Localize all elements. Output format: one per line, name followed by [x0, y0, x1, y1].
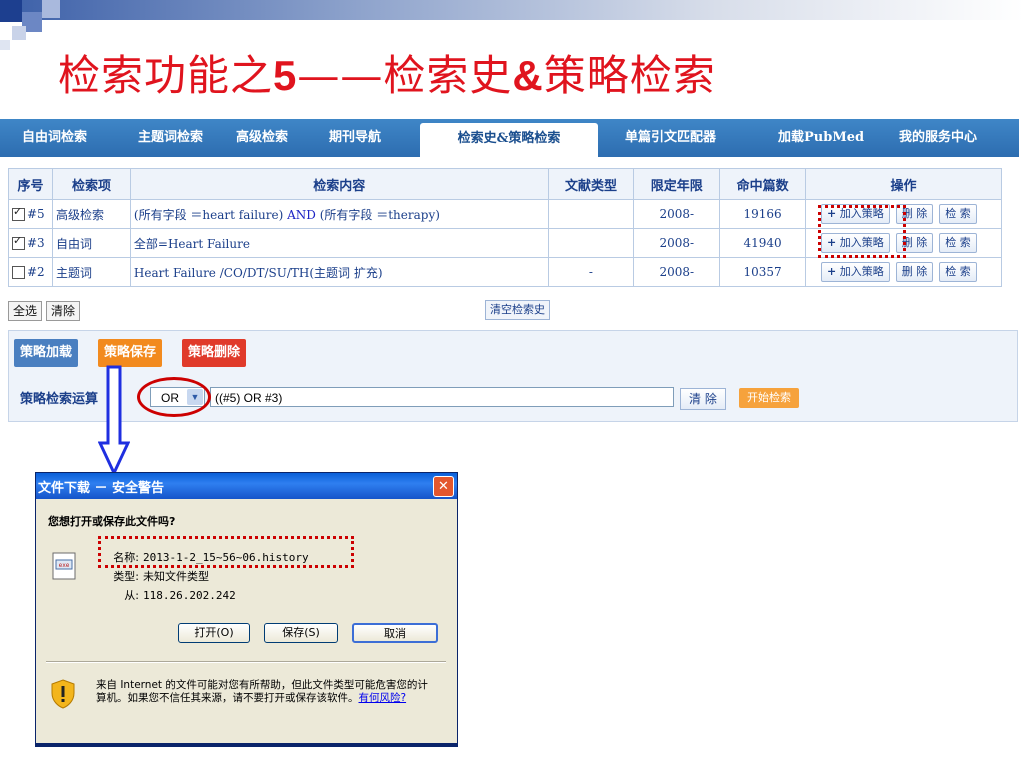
selection-controls: 全选 清除 [8, 300, 84, 321]
row-ops: + 加入策略删 除检 索 [805, 257, 1002, 287]
select-all-button[interactable]: 全选 [8, 301, 43, 321]
strategy-operation-label: 策略检索运算 [20, 392, 99, 407]
clear-history-button[interactable]: 清空检索史 [485, 300, 550, 320]
open-button[interactable]: 打开(O) [178, 623, 250, 643]
column-header: 检索项 [51, 168, 131, 200]
decoration-square [0, 0, 22, 22]
tab-advanced[interactable]: 高级检索 [236, 119, 288, 157]
down-arrow-annotation [98, 365, 130, 477]
row-id-cell: #2 [8, 257, 53, 287]
highlight-box [818, 205, 906, 258]
clear-selection-button[interactable]: 清除 [46, 301, 81, 321]
tab-load-pubmed[interactable]: 加载PubMed [778, 119, 864, 157]
dialog-question: 您想打开或保存此文件吗? [48, 515, 176, 528]
header-decoration-bar [0, 0, 1024, 20]
dialog-separator [46, 661, 446, 663]
row-hits: 10357 [719, 257, 807, 287]
svg-text:exe: exe [59, 562, 70, 569]
row-id-cell: #3 [8, 228, 53, 258]
row-id: #2 [27, 265, 45, 279]
row-content: (所有字段 ＝heart failure) AND (所有字段 ＝therapy… [129, 199, 549, 229]
highlight-box [98, 536, 354, 568]
save-button[interactable]: 保存(S) [264, 623, 338, 643]
row-year: 2008- [633, 199, 721, 229]
security-warning-text: 来自 Internet 的文件可能对您有所帮助，但此文件类型可能危害您的计算机。… [96, 679, 428, 704]
dialog-titlebar: 文件下载 － 安全警告 ✕ [36, 473, 457, 499]
file-type-line: 类型: 未知文件类型 [113, 570, 209, 583]
row-item: 自由词 [51, 228, 131, 258]
delete-button[interactable]: 删 除 [895, 262, 934, 282]
tab-subject-word[interactable]: 主题词检索 [138, 119, 203, 157]
column-header: 文献类型 [547, 168, 635, 200]
strategy-save-button[interactable]: 策略保存 [98, 339, 163, 367]
row-year: 2008- [633, 257, 721, 287]
decoration-square [0, 40, 10, 50]
decoration-square [42, 0, 60, 18]
column-header: 序号 [8, 168, 53, 200]
file-source-line: 从: 118.26.202.242 [124, 589, 236, 602]
row-id: #5 [27, 207, 45, 221]
row-checkbox[interactable] [12, 266, 25, 279]
start-search-button[interactable]: 开始检索 [739, 388, 799, 408]
tab-free-word[interactable]: 自由词检索 [22, 119, 87, 157]
row-checkbox[interactable] [12, 234, 25, 250]
slide-title: 检索功能之5——检索史&策略检索 [58, 51, 716, 100]
row-content: 全部=Heart Failure [129, 228, 549, 258]
strategy-expression-input[interactable]: ((#5) OR #3) [210, 387, 674, 407]
row-id: #3 [27, 236, 45, 250]
search-button[interactable]: 检 索 [939, 204, 977, 224]
row-item: 主题词 [51, 257, 131, 287]
tab-citation-matcher[interactable]: 单篇引文匹配器 [625, 119, 716, 157]
risk-link[interactable]: 有何风险? [359, 692, 407, 704]
search-tab-bar: 自由词检索 主题词检索 高级检索 期刊导航 检索史&策略检索 单篇引文匹配器 加… [0, 119, 1019, 157]
row-year: 2008- [633, 228, 721, 258]
table-header-row: 序号 检索项 检索内容 文献类型 限定年限 命中篇数 操作 [8, 168, 1002, 200]
row-doc-type [547, 199, 635, 229]
column-header: 检索内容 [129, 168, 549, 200]
file-icon: exe [52, 552, 76, 580]
tab-service-center[interactable]: 我的服务中心 [899, 119, 977, 157]
row-doc-type [547, 228, 635, 258]
dialog-title: 文件下载 － 安全警告 [38, 481, 165, 496]
file-download-dialog: 文件下载 － 安全警告 ✕ 您想打开或保存此文件吗? exe 名称: 2013-1… [35, 472, 458, 747]
shield-warning-icon [51, 679, 75, 709]
tab-history-strategy[interactable]: 检索史&策略检索 [420, 123, 598, 157]
dialog-bottom-border [35, 744, 458, 747]
row-checkbox[interactable] [12, 205, 25, 221]
close-icon[interactable]: ✕ [433, 476, 454, 497]
row-id-cell: #5 [8, 199, 53, 229]
search-button[interactable]: 检 索 [939, 262, 977, 282]
column-header: 限定年限 [633, 168, 721, 200]
cancel-button[interactable]: 取消 [352, 623, 438, 643]
search-button[interactable]: 检 索 [939, 233, 977, 253]
row-hits: 19166 [719, 199, 807, 229]
strategy-delete-button[interactable]: 策略删除 [182, 339, 247, 367]
strategy-load-button[interactable]: 策略加载 [14, 339, 79, 367]
clear-expression-button[interactable]: 清 除 [680, 388, 726, 410]
row-hits: 41940 [719, 228, 807, 258]
row-content: Heart Failure /CO/DT/SU/TH(主题词 扩充) [129, 257, 549, 287]
column-header: 操作 [805, 168, 1002, 200]
column-header: 命中篇数 [719, 168, 807, 200]
row-item: 高级检索 [51, 199, 131, 229]
add-to-strategy-button[interactable]: + 加入策略 [821, 262, 890, 282]
table-row: #2 主题词 Heart Failure /CO/DT/SU/TH(主题词 扩充… [8, 257, 1002, 287]
highlight-ellipse [137, 377, 211, 417]
decoration-square [12, 26, 26, 40]
tab-journal-nav[interactable]: 期刊导航 [329, 119, 381, 157]
row-doc-type: - [547, 257, 635, 287]
